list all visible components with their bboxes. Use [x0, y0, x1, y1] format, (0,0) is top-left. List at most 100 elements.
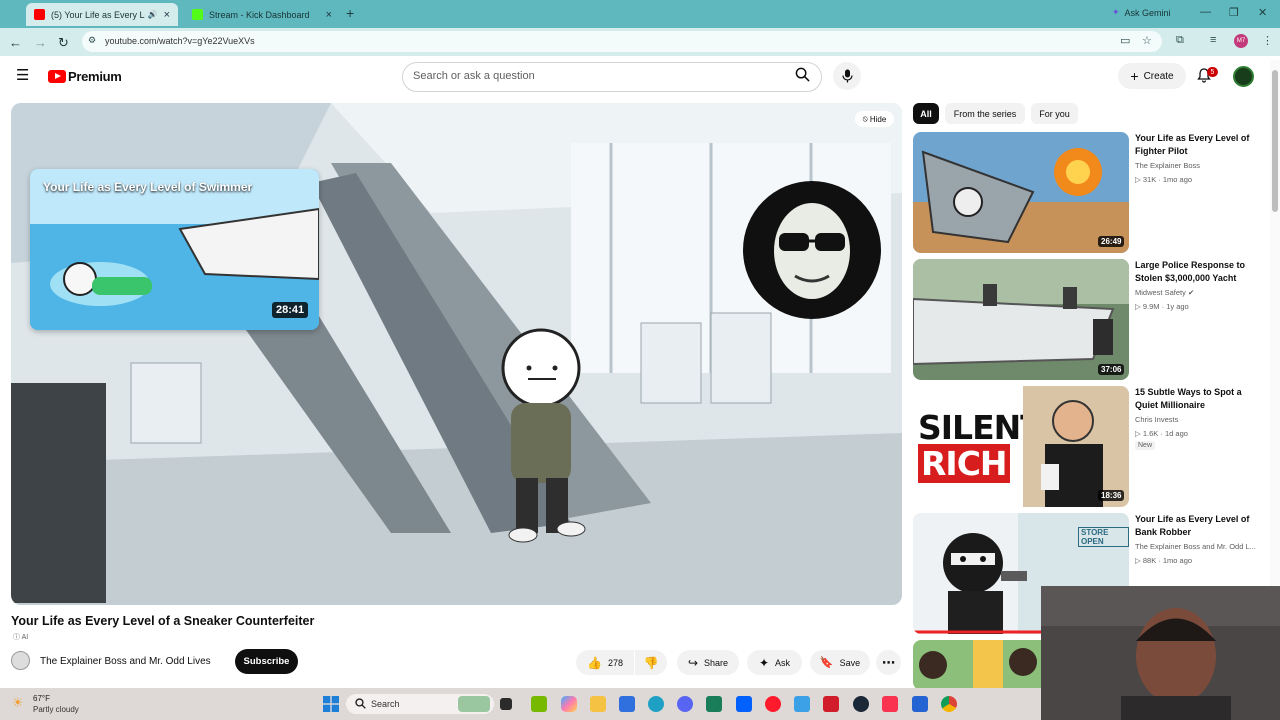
back-button[interactable]: ←: [9, 35, 22, 50]
subscribe-button[interactable]: Subscribe: [235, 649, 298, 674]
related-meta: ▷ 9.9M · 1y ago: [1135, 302, 1189, 311]
close-tab-icon[interactable]: ×: [164, 9, 170, 21]
url-text[interactable]: youtube.com/watch?v=gYe22VueXVs: [105, 36, 255, 46]
endcard-title[interactable]: Your Life as Every Level of Swimmer: [43, 180, 252, 194]
hide-endscreen-button[interactable]: ⦸ Hide: [855, 111, 894, 127]
webcam-feed-image: [1041, 586, 1280, 720]
search-icon[interactable]: [795, 67, 810, 85]
fighter-pilot-thumbnail-image: [913, 132, 1129, 253]
related-title[interactable]: Large Police Response to Stolen $3,000,0…: [1135, 259, 1265, 285]
forward-button[interactable]: →: [34, 35, 47, 50]
tab-kick-dashboard[interactable]: Stream - Kick Dashboard ×: [184, 3, 340, 26]
maximize-button[interactable]: ❐: [1229, 6, 1239, 19]
create-label: Create: [1143, 70, 1174, 82]
scrollbar-thumb[interactable]: [1272, 70, 1278, 212]
extensions-icon[interactable]: ⧉: [1176, 34, 1184, 47]
ask-button[interactable]: ✦ Ask: [747, 650, 802, 675]
tab-title: Stream - Kick Dashboard: [209, 9, 310, 20]
create-button[interactable]: + Create: [1118, 63, 1186, 89]
share-button[interactable]: ↪ Share: [677, 650, 739, 675]
save-bookmark-icon: 🔖: [819, 657, 834, 669]
taskbar-search-icon: [355, 698, 366, 712]
related-duration: 26:49: [1098, 236, 1125, 247]
related-channel[interactable]: The Explainer Boss: [1135, 161, 1200, 170]
chip-for-you[interactable]: For you: [1031, 103, 1078, 124]
related-meta: ▷ 1.6K · 1d ago: [1135, 429, 1188, 438]
channel-name[interactable]: The Explainer Boss and Mr. Odd Lives: [40, 656, 211, 667]
reading-list-icon[interactable]: ≡: [1210, 34, 1216, 46]
edge-icon[interactable]: [648, 696, 664, 712]
weather-description[interactable]: Partly cloudy: [33, 705, 79, 714]
related-thumbnail[interactable]: [913, 259, 1129, 380]
related-title[interactable]: Your Life as Every Level of Fighter Pilo…: [1135, 132, 1265, 158]
verified-check-icon: ✔: [1187, 288, 1195, 297]
nvidia-icon[interactable]: [531, 696, 547, 712]
plus-icon: +: [1130, 68, 1139, 84]
more-actions-button[interactable]: ⋯: [876, 650, 901, 675]
related-thumbnail[interactable]: SILENT RICH: [913, 386, 1129, 507]
profile-avatar[interactable]: M7: [1234, 34, 1248, 48]
dropbox-icon[interactable]: [736, 696, 752, 712]
ask-gemini-button[interactable]: ✦ Ask Gemini: [1112, 7, 1171, 18]
cast-icon[interactable]: ▭: [1120, 34, 1130, 47]
related-channel[interactable]: Midwest Safety ✔: [1135, 288, 1194, 297]
chrome-icon[interactable]: [941, 696, 957, 712]
tab-youtube[interactable]: (5) Your Life as Every Level o 🔊 ×: [26, 3, 178, 26]
related-channel[interactable]: The Explainer Boss and Mr. Odd L...: [1135, 542, 1256, 551]
taskbar-search-highlight-icon[interactable]: [458, 696, 490, 712]
save-button[interactable]: 🔖 Save: [810, 650, 870, 675]
close-tab-icon[interactable]: ×: [326, 9, 332, 21]
task-view-icon[interactable]: [500, 698, 512, 710]
sparkle-icon: ✦: [758, 655, 770, 670]
new-badge: New: [1135, 441, 1156, 450]
youtube-logo-icon[interactable]: [48, 70, 66, 83]
adobe-icon[interactable]: [823, 696, 839, 712]
dislike-button[interactable]: 👎: [635, 650, 667, 675]
new-tab-button[interactable]: +: [346, 5, 354, 21]
bookmark-star-icon[interactable]: ☆: [1142, 34, 1152, 47]
channel-avatar[interactable]: [11, 651, 30, 670]
related-title[interactable]: 15 Subtle Ways to Spot a Quiet Millionai…: [1135, 386, 1265, 412]
related-title[interactable]: Your Life as Every Level of Bank Robber: [1135, 513, 1265, 539]
chip-from-the-series[interactable]: From the series: [945, 103, 1025, 124]
file-explorer-icon[interactable]: [590, 696, 606, 712]
active-app-icon[interactable]: [706, 696, 722, 712]
f-app-icon[interactable]: [794, 696, 810, 712]
ai-generated-badge[interactable]: ⓘ AI: [13, 632, 28, 642]
weather-temperature[interactable]: 67°F: [33, 694, 50, 703]
opera-icon[interactable]: [765, 696, 781, 712]
photos-icon[interactable]: [619, 696, 635, 712]
weather-icon[interactable]: ☀: [12, 695, 24, 711]
save-label: Save: [839, 657, 861, 668]
windows-start-icon[interactable]: [323, 696, 339, 712]
hamburger-menu-icon[interactable]: ☰: [16, 68, 32, 83]
reload-button[interactable]: ↻: [58, 35, 69, 51]
related-thumbnail[interactable]: [913, 132, 1129, 253]
related-meta: ▷ 88K · 1mo ago: [1135, 556, 1192, 565]
related-duration: 18:36: [1098, 490, 1125, 501]
copilot-icon[interactable]: [561, 696, 577, 712]
like-button[interactable]: 👍 278: [576, 650, 634, 675]
info-icon: ⓘ: [13, 634, 20, 641]
related-channel[interactable]: Chris Invests: [1135, 415, 1178, 424]
minimize-button[interactable]: —: [1200, 6, 1211, 18]
endcard-duration: 28:41: [272, 302, 309, 318]
chip-all[interactable]: All: [913, 103, 939, 124]
audio-icon[interactable]: 🔊: [148, 10, 158, 19]
notification-count-badge: 5: [1207, 67, 1218, 77]
youtube-premium-brand[interactable]: Premium: [68, 69, 122, 84]
related-meta: ▷ 31K · 1mo ago: [1135, 175, 1192, 184]
channel-watermark-logo[interactable]: [743, 181, 881, 319]
browser-menu-icon[interactable]: ⋮: [1262, 34, 1273, 47]
music-icon[interactable]: [882, 696, 898, 712]
discord-icon[interactable]: [677, 696, 693, 712]
millionaire-thumbnail-image: [1023, 386, 1129, 507]
share-label: Share: [704, 657, 729, 668]
site-info-icon[interactable]: ⚙: [88, 35, 96, 46]
close-window-button[interactable]: ✕: [1258, 6, 1267, 19]
blue-app-icon[interactable]: [912, 696, 928, 712]
account-avatar[interactable]: [1233, 66, 1254, 87]
voice-search-mic-icon[interactable]: [833, 62, 861, 90]
police-yacht-thumbnail-image: [913, 259, 1129, 380]
steam-icon[interactable]: [853, 696, 869, 712]
